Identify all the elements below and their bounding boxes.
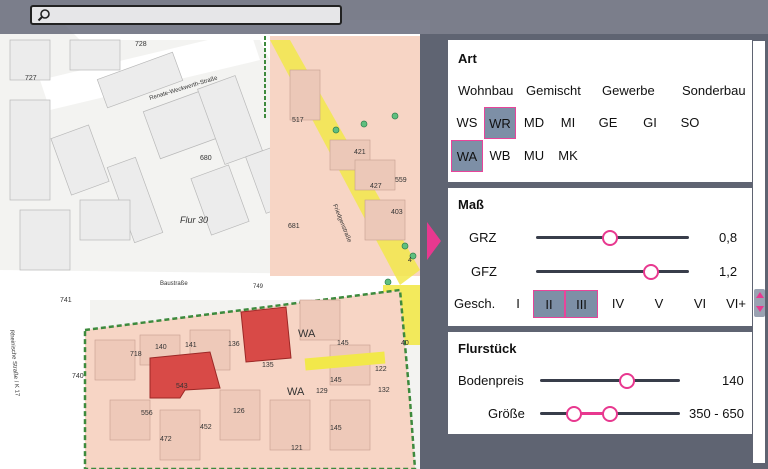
scroll-up-icon[interactable] — [756, 292, 764, 298]
svg-text:145: 145 — [337, 340, 349, 347]
groesse-slider-thumb-max[interactable] — [602, 406, 618, 422]
svg-text:749: 749 — [253, 284, 264, 290]
gesch-option-iii[interactable]: III — [565, 290, 598, 318]
group-wohnbau: Wohnbau — [458, 83, 514, 98]
art-option-ws[interactable]: WS — [451, 107, 483, 139]
svg-text:741: 741 — [60, 297, 72, 304]
art-option-mk[interactable]: MK — [552, 140, 584, 172]
gesch-option-vi[interactable]: VI — [686, 290, 714, 318]
group-gewerbe: Gewerbe — [602, 83, 655, 98]
groesse-slider-thumb-min[interactable] — [566, 406, 582, 422]
gfz-slider-thumb[interactable] — [643, 264, 659, 280]
grz-slider-thumb[interactable] — [602, 230, 618, 246]
art-option-mu[interactable]: MU — [518, 140, 550, 172]
search-icon[interactable] — [37, 8, 51, 22]
bodenpreis-slider-track[interactable] — [540, 379, 680, 382]
svg-text:452: 452 — [200, 424, 212, 431]
gfz-value: 1,2 — [719, 264, 738, 279]
bodenpreis-slider-thumb[interactable] — [619, 373, 635, 389]
art-option-so[interactable]: SO — [674, 107, 706, 139]
groesse-label: Größe — [488, 406, 525, 421]
svg-text:129: 129 — [316, 388, 328, 395]
svg-text:680: 680 — [200, 155, 212, 162]
svg-text:WA: WA — [287, 386, 305, 398]
art-title: Art — [458, 51, 477, 66]
gesch-label: Gesch. — [454, 296, 496, 311]
grz-value: 0,8 — [719, 230, 738, 245]
art-option-mi[interactable]: MI — [552, 107, 584, 139]
svg-text:40: 40 — [401, 340, 409, 347]
search-input[interactable] — [54, 7, 342, 25]
art-section: Art Wohnbau Gemischt Gewerbe Sonderbau W… — [448, 40, 752, 182]
art-option-wr[interactable]: WR — [484, 107, 516, 139]
svg-text:472: 472 — [160, 436, 172, 443]
svg-text:140: 140 — [155, 344, 167, 351]
bodenpreis-label: Bodenpreis — [458, 373, 524, 388]
svg-text:403: 403 — [391, 209, 403, 216]
svg-text:122: 122 — [375, 366, 387, 373]
svg-text:4: 4 — [408, 257, 412, 264]
art-option-wa[interactable]: WA — [451, 140, 483, 172]
search-box[interactable] — [30, 5, 342, 25]
collapse-panel-arrow-icon[interactable] — [427, 222, 441, 260]
gfz-slider-track[interactable] — [536, 270, 689, 273]
art-option-wb[interactable]: WB — [484, 140, 516, 172]
svg-text:Baustraße: Baustraße — [160, 281, 188, 287]
svg-text:132: 132 — [378, 387, 390, 394]
art-option-ge[interactable]: GE — [592, 107, 624, 139]
svg-text:WA: WA — [298, 328, 316, 340]
scroll-down-icon[interactable] — [756, 306, 764, 312]
gesch-option-i[interactable]: I — [506, 290, 530, 318]
svg-text:718: 718 — [130, 351, 142, 358]
group-gemischt: Gemischt — [526, 83, 581, 98]
bodenpreis-value: 140 — [722, 373, 744, 388]
gesch-option-iv[interactable]: IV — [604, 290, 632, 318]
svg-text:145: 145 — [330, 377, 342, 384]
selected-lot-1 — [240, 306, 292, 363]
flurstueck-title: Flurstück — [458, 341, 517, 356]
top-bar — [0, 0, 768, 34]
svg-text:517: 517 — [292, 117, 304, 124]
art-option-gi[interactable]: GI — [634, 107, 666, 139]
svg-text:727: 727 — [25, 75, 37, 82]
svg-text:135: 135 — [262, 362, 274, 369]
mass-section: Maß GRZ 0,8 GFZ 1,2 Gesch. I II III IV V… — [448, 188, 752, 326]
svg-text:728: 728 — [135, 41, 147, 48]
group-sonderbau: Sonderbau — [682, 83, 746, 98]
panel-scrollbar[interactable] — [752, 40, 766, 464]
grz-label: GRZ — [469, 230, 497, 245]
svg-text:543: 543 — [176, 383, 188, 390]
svg-text:556: 556 — [141, 410, 153, 417]
svg-text:740: 740 — [72, 373, 84, 380]
svg-text:121: 121 — [291, 445, 303, 452]
svg-text:Flur 30: Flur 30 — [180, 215, 208, 225]
gesch-option-v[interactable]: V — [646, 290, 672, 318]
art-option-md[interactable]: MD — [518, 107, 550, 139]
svg-text:136: 136 — [228, 341, 240, 348]
svg-text:145: 145 — [330, 425, 342, 432]
svg-text:681: 681 — [288, 223, 300, 230]
svg-text:559: 559 — [395, 177, 407, 184]
flurstueck-section: Flurstück Bodenpreis 140 Größe 350 - 650 — [448, 332, 752, 434]
groesse-value: 350 - 650 — [689, 406, 744, 421]
svg-text:427: 427 — [370, 183, 382, 190]
gfz-label: GFZ — [471, 264, 497, 279]
svg-text:141: 141 — [185, 342, 197, 349]
gesch-option-ii[interactable]: II — [533, 290, 565, 318]
mass-title: Maß — [458, 197, 484, 212]
svg-text:421: 421 — [354, 149, 366, 156]
svg-text:126: 126 — [233, 408, 245, 415]
gesch-option-vi-plus[interactable]: VI+ — [722, 290, 750, 318]
